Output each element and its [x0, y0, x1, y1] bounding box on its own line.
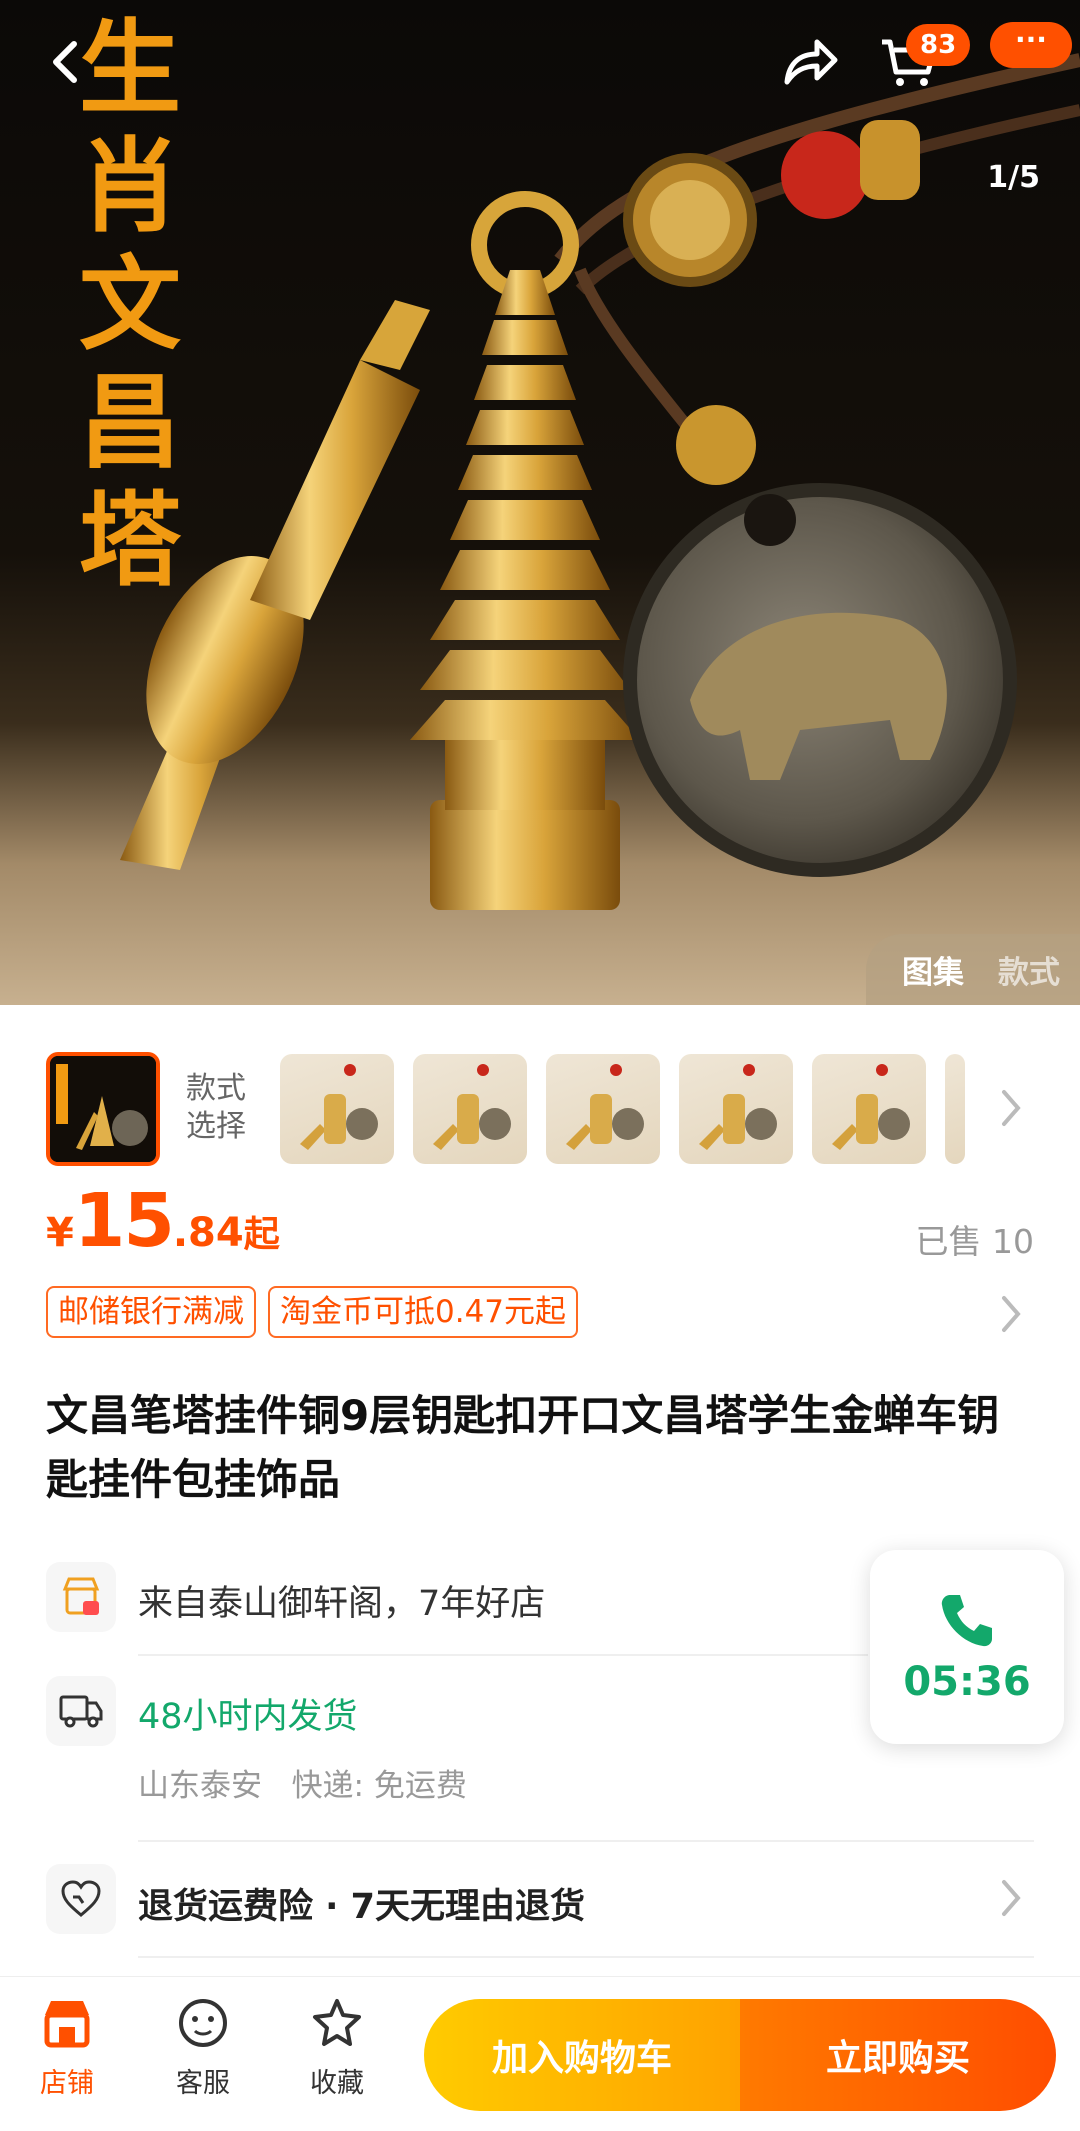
shipping-origin: 山东泰安 — [138, 1768, 262, 1804]
style-thumbnail[interactable] — [413, 1054, 527, 1164]
style-thumbnail[interactable] — [546, 1054, 660, 1164]
style-thumbnail[interactable] — [812, 1054, 926, 1164]
promo-tags[interactable]: 邮储银行满减 淘金币可抵0.47元起 — [46, 1286, 579, 1338]
store-icon — [44, 2001, 90, 2048]
chevron-right-icon[interactable] — [996, 1086, 1026, 1130]
style-thumbnail[interactable] — [945, 1054, 965, 1164]
purchase-buttons: 加入购物车 立即购买 — [424, 1999, 1056, 2111]
chevron-left-icon — [53, 41, 77, 83]
nav-favorite-label: 收藏 — [310, 2068, 364, 2099]
divider — [138, 1840, 1034, 1842]
nav-shop[interactable]: 店铺 — [12, 1997, 122, 2100]
product-title: 文昌笔塔挂件铜9层钥匙扣开口文昌塔学生金蝉车钥匙挂件包挂饰品 — [46, 1391, 1000, 1504]
product-image-carousel[interactable]: 生 肖 文 昌 塔 83 ··· 1/5 图集 款式 — [0, 0, 1080, 1005]
tab-styles[interactable]: 款式 — [998, 947, 1060, 992]
cart-count-badge: 83 — [906, 24, 971, 66]
shipping-time: 48小时内发货 — [138, 1697, 358, 1737]
nav-shop-label: 店铺 — [40, 2068, 94, 2099]
style-thumbnail[interactable] — [679, 1054, 793, 1164]
buy-now-button[interactable]: 立即购买 — [740, 1999, 1056, 2111]
divider — [138, 1654, 868, 1656]
call-widget[interactable]: 05:36 — [870, 1550, 1064, 1744]
chat-face-icon — [179, 1999, 227, 2047]
image-counter: 1/5 — [987, 160, 1040, 195]
share-button[interactable] — [772, 24, 848, 100]
price-decimal: .84 — [172, 1210, 244, 1256]
style-picker-label: 款式选择 — [186, 1071, 246, 1144]
sold-count: 已售 10 — [915, 1222, 1034, 1261]
shipping-courier: 快递: 免运费 — [291, 1768, 467, 1804]
shop-info[interactable]: 来自泰山御轩阁，7年好店 — [138, 1575, 545, 1626]
gallery-tab-bar: 图集 款式 — [866, 934, 1080, 1005]
phone-icon — [941, 1595, 992, 1647]
nav-favorite[interactable]: 收藏 — [282, 1997, 392, 2100]
star-icon — [313, 1999, 361, 2046]
nav-customer-service[interactable]: 客服 — [148, 1997, 258, 2100]
truck-icon — [46, 1676, 116, 1746]
heart-shield-icon — [46, 1864, 116, 1934]
price-currency: ¥ — [46, 1210, 74, 1256]
chevron-right-icon[interactable] — [996, 1876, 1026, 1920]
style-thumbnail[interactable] — [280, 1054, 394, 1164]
more-menu-button[interactable]: ··· — [990, 22, 1072, 68]
style-picker: 款式选择 — [0, 1048, 1080, 1168]
promo-tag[interactable]: 邮储银行满减 — [46, 1286, 256, 1338]
call-timer: 05:36 — [903, 1659, 1031, 1705]
price-integer: 15 — [73, 1178, 175, 1264]
share-icon — [784, 39, 838, 85]
selected-style-thumbnail[interactable] — [46, 1052, 160, 1166]
nav-service-label: 客服 — [176, 2068, 230, 2099]
price: ¥15.84起 — [46, 1178, 280, 1264]
shop-icon — [46, 1562, 116, 1632]
chevron-right-icon[interactable] — [996, 1292, 1026, 1336]
banner-title: 生 肖 文 昌 塔 — [79, 9, 181, 601]
divider — [138, 1956, 1034, 1958]
tab-gallery[interactable]: 图集 — [902, 947, 964, 992]
promo-tag[interactable]: 淘金币可抵0.47元起 — [268, 1286, 579, 1338]
bottom-action-bar: 店铺 客服 收藏 加入购物车 立即购买 — [0, 1976, 1080, 2131]
shipping-details: 山东泰安 快递: 免运费 — [138, 1760, 467, 1805]
price-suffix: 起 — [243, 1214, 280, 1255]
return-policy[interactable]: 退货运费险 · 7天无理由退货 — [138, 1878, 585, 1929]
add-to-cart-button[interactable]: 加入购物车 — [424, 1999, 740, 2111]
back-button[interactable] — [26, 24, 102, 100]
